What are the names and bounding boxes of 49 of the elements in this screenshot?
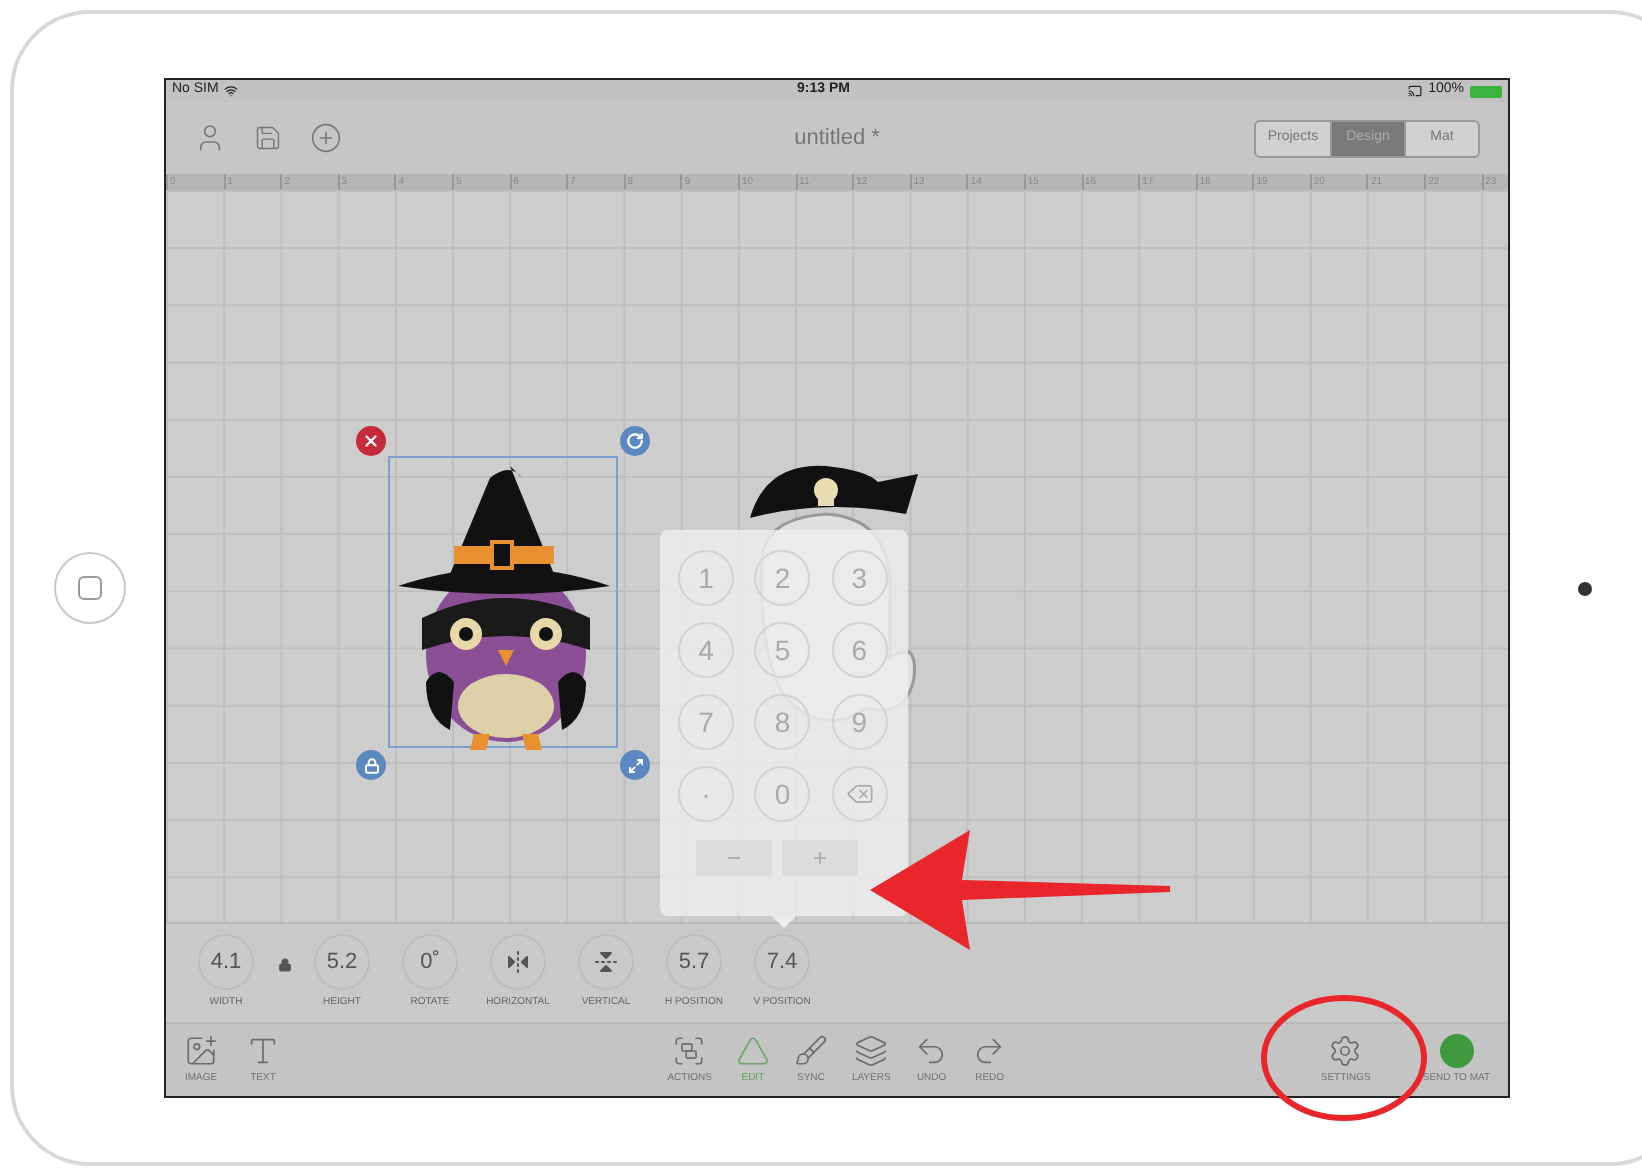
- wifi-icon: [224, 84, 239, 98]
- group-icon: [672, 1033, 707, 1068]
- square-icon: [77, 576, 101, 600]
- save-icon[interactable]: [254, 124, 282, 152]
- keypad-key[interactable]: 0: [754, 766, 811, 822]
- keypad-key[interactable]: 7: [678, 694, 734, 750]
- property-dial[interactable]: 7.4: [754, 934, 810, 991]
- rotate-handle[interactable]: [620, 426, 650, 456]
- brush-icon: [793, 1033, 828, 1068]
- keypad-key[interactable]: [831, 766, 888, 822]
- airplay-icon: [1408, 84, 1423, 98]
- sign-button[interactable]: −: [696, 840, 772, 876]
- property-dial[interactable]: 0˚: [402, 934, 458, 991]
- keypad-key[interactable]: 4: [678, 622, 734, 678]
- property-dial[interactable]: 4.1: [198, 934, 254, 991]
- property-dial[interactable]: [490, 934, 546, 991]
- layers-icon: [854, 1033, 889, 1068]
- undo-icon: [914, 1033, 949, 1068]
- lock-icon[interactable]: [277, 957, 291, 971]
- property-dial[interactable]: 5.7: [666, 934, 722, 991]
- lock-handle[interactable]: [356, 750, 386, 780]
- rotate-icon: [626, 432, 644, 450]
- resize-handle[interactable]: [620, 750, 650, 780]
- close-icon: [362, 432, 380, 450]
- property-dial[interactable]: [578, 934, 634, 991]
- keypad-key[interactable]: 3: [831, 550, 888, 606]
- resize-icon: [627, 757, 643, 773]
- keypad-key[interactable]: 8: [754, 694, 811, 750]
- image-plus-icon: [184, 1033, 218, 1068]
- home-button[interactable]: [53, 552, 125, 624]
- document-title: untitled *: [794, 123, 880, 154]
- keypad-key[interactable]: 6: [831, 622, 888, 678]
- keypad-key[interactable]: ·: [678, 766, 734, 822]
- account-icon[interactable]: [194, 122, 226, 154]
- redo-icon: [972, 1033, 1007, 1068]
- delete-handle[interactable]: [356, 426, 386, 456]
- property-dial[interactable]: 5.2: [314, 934, 370, 991]
- backspace-icon: [845, 780, 874, 808]
- add-icon[interactable]: [310, 122, 342, 154]
- settings-icon: [1328, 1033, 1363, 1068]
- keypad-key[interactable]: 9: [831, 694, 888, 750]
- flip-vertical-icon: [594, 950, 618, 975]
- battery-icon: [1470, 85, 1502, 97]
- flip-horizontal-icon: [506, 950, 530, 975]
- keypad-key[interactable]: 2: [754, 550, 811, 606]
- sign-button[interactable]: +: [782, 840, 858, 876]
- keypad-key[interactable]: 5: [754, 622, 811, 678]
- lock-icon: [363, 757, 379, 773]
- keypad-key[interactable]: 1: [678, 550, 734, 606]
